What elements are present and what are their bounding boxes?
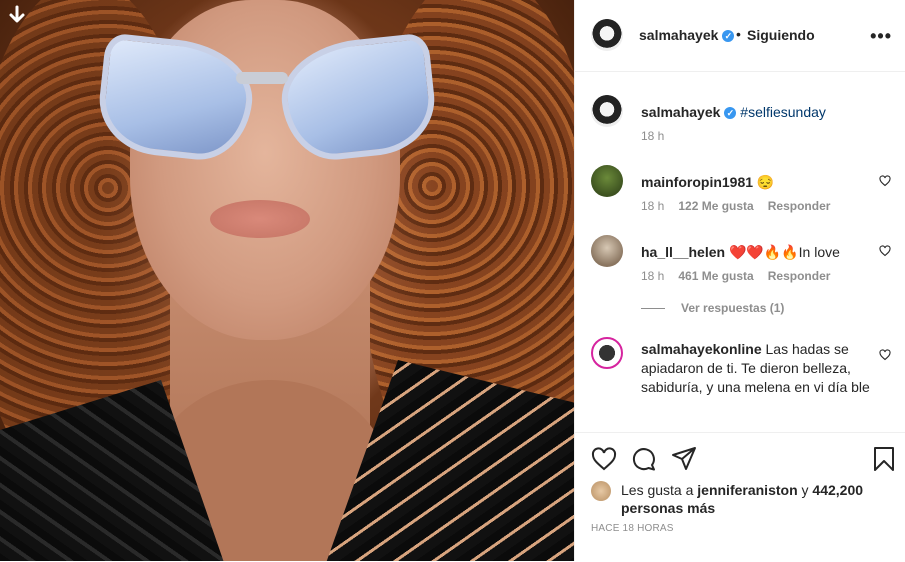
comment-username[interactable]: ha_ll__helen	[641, 244, 725, 260]
post-header: salmahayek ✓ • Siguiendo •••	[575, 0, 905, 72]
commenter-avatar[interactable]	[591, 165, 623, 197]
photo-sunglasses-bridge	[236, 72, 288, 84]
comment-username[interactable]: mainforopin1981	[641, 174, 753, 190]
bookmark-icon[interactable]	[871, 446, 897, 472]
liker-username[interactable]: jenniferaniston	[697, 482, 797, 498]
post-side-panel: salmahayek ✓ • Siguiendo ••• salmahayek ✓ …	[574, 0, 905, 561]
comment-body: 😔	[756, 174, 775, 190]
caption-avatar[interactable]	[591, 95, 623, 127]
post-timestamp[interactable]: HACE 18 HORAS	[591, 523, 674, 534]
heart-icon[interactable]	[879, 349, 891, 361]
comment-body: ❤️❤️🔥🔥In love	[728, 244, 840, 260]
likes-connector: y	[801, 482, 809, 498]
caption-item: salmahayek ✓ #selfiesunday 18 h	[591, 95, 891, 155]
reply-button[interactable]: Responder	[768, 199, 831, 213]
commenter-avatar[interactable]	[591, 235, 623, 267]
comment-meta: 18 h 122 Me gusta Responder	[641, 199, 844, 213]
separator-dot: •	[736, 26, 741, 42]
likes-prefix: Les gusta a	[621, 482, 694, 498]
comment-item: mainforopin1981 😔 18 h 122 Me gusta Respon…	[591, 165, 891, 215]
follow-status-button[interactable]: Siguiendo	[747, 27, 815, 43]
caption-time: 18 h	[641, 129, 665, 143]
comment-text: ha_ll__helen ❤️❤️🔥🔥In love	[641, 243, 871, 261]
comment-item: salmahayekonline Las hadas se apiadaron …	[591, 337, 891, 432]
share-icon[interactable]	[671, 446, 697, 472]
liker-avatar[interactable]	[591, 481, 611, 501]
reply-button[interactable]: Responder	[768, 269, 831, 283]
author-avatar[interactable]	[591, 19, 623, 51]
comment-likes[interactable]: 122 Me gusta	[678, 199, 753, 213]
caption-username[interactable]: salmahayek ✓	[641, 104, 737, 120]
comments-list[interactable]: salmahayek ✓ #selfiesunday 18 h mainforop…	[575, 72, 905, 432]
commenter-avatar[interactable]	[591, 337, 623, 369]
verified-badge-icon: ✓	[724, 107, 737, 119]
download-arrow-icon[interactable]	[6, 4, 28, 26]
likes-text: Les gusta a jenniferaniston y 442,200 pe…	[621, 481, 891, 517]
comment-text: salmahayekonline Las hadas se apiadaron …	[641, 340, 871, 397]
comment-meta: 18 h 461 Me gusta Responder	[641, 269, 844, 283]
caption-text: salmahayek ✓ #selfiesunday	[641, 103, 871, 121]
view-replies-button[interactable]: Ver respuestas (1)	[641, 301, 784, 315]
hashtag-link[interactable]: #selfiesunday	[740, 104, 826, 120]
comment-username[interactable]: salmahayekonline	[641, 341, 762, 357]
comment-time: 18 h	[641, 199, 665, 213]
author-username[interactable]: salmahayek ✓	[639, 27, 735, 43]
comment-time: 18 h	[641, 269, 665, 283]
more-options-icon[interactable]: •••	[870, 26, 892, 47]
caption-meta: 18 h	[641, 129, 678, 143]
heart-icon[interactable]	[591, 446, 617, 472]
heart-icon[interactable]	[879, 245, 891, 257]
comment-likes[interactable]: 461 Me gusta	[678, 269, 753, 283]
comment-text: mainforopin1981 😔	[641, 173, 871, 191]
verified-badge-icon: ✓	[722, 30, 735, 42]
comment-icon[interactable]	[631, 446, 657, 472]
photo-lips	[210, 200, 310, 238]
comment-item: ha_ll__helen ❤️❤️🔥🔥In love 18 h 461 Me gu…	[591, 235, 891, 285]
post-actions: Les gusta a jenniferaniston y 442,200 pe…	[575, 432, 905, 562]
heart-icon[interactable]	[879, 175, 891, 187]
post-photo[interactable]	[0, 0, 574, 561]
